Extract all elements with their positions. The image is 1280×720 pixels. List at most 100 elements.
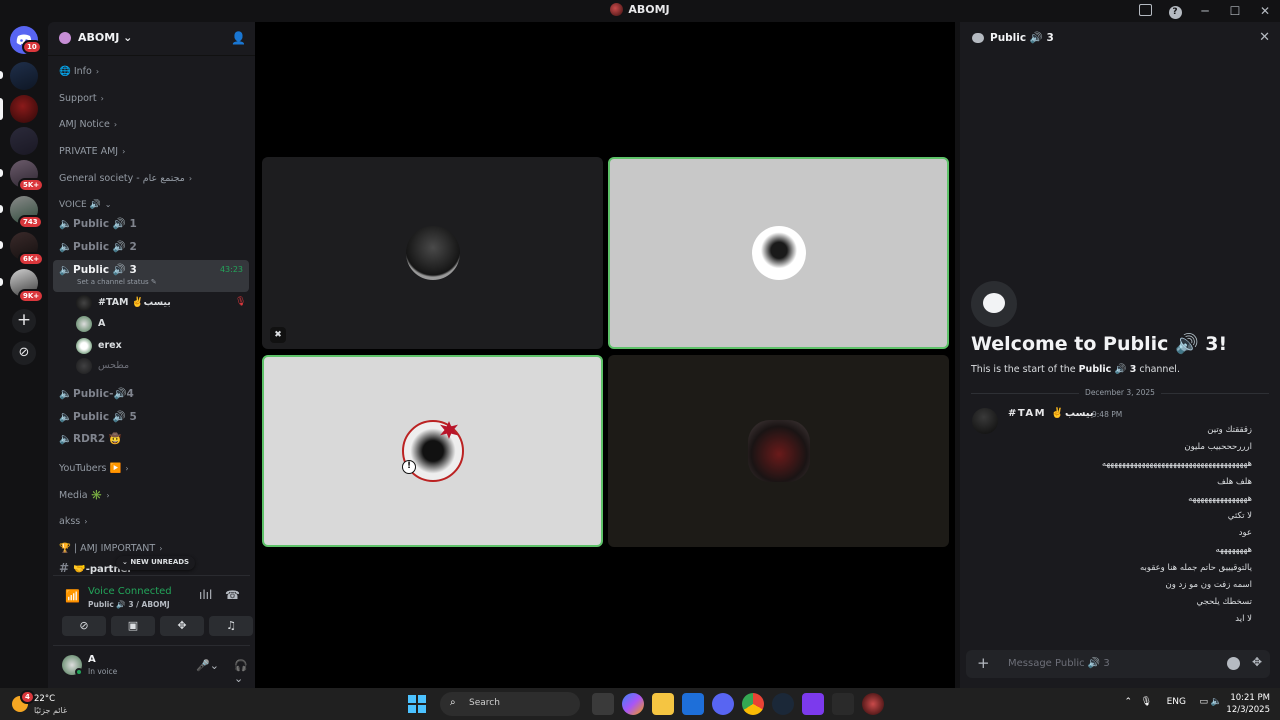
avatar [76,338,92,354]
server-icon-west[interactable] [10,62,38,90]
message-line: اسمه زفت ون مو زد ون [1165,579,1252,590]
voice-member[interactable]: erex [76,336,122,356]
voice-member[interactable]: #TAM ✌️بيسب [76,293,171,313]
unread-pill [0,169,3,177]
avatar [76,358,92,374]
new-unreads-pill[interactable]: ⌄ NEW UNREADS [116,556,196,570]
close-icon[interactable]: ✕ [1259,30,1270,45]
volume-icon[interactable]: 🔈 [1211,697,1222,707]
chevron-right-icon: › [113,120,118,129]
inbox-icon [1138,3,1152,16]
emoji-icon[interactable] [1227,657,1240,670]
participant-avatar [751,226,806,280]
voice-channel-rdr2[interactable]: 🔈RDR2 🤠 [53,428,249,450]
channel-info[interactable]: 🌐 Info › [53,61,249,83]
minimize-button[interactable]: ─ [1190,4,1220,18]
server-badge: 6K+ [18,252,45,266]
app-icon[interactable] [832,693,854,715]
server-header[interactable]: ABOMJ ⌄ 👤 [48,22,255,56]
close-window-button[interactable]: ✕ [1250,4,1280,18]
voice-channel-link[interactable]: Public 🔊 3 / ABOMJ [88,600,170,609]
speaker-icon: 🔈 [59,264,73,276]
language-indicator[interactable]: ENG [1167,697,1186,707]
file-explorer-icon[interactable] [652,693,674,715]
microphone-icon[interactable]: 🎤⌄ [196,659,219,672]
voice-member[interactable]: A [76,314,105,334]
date-label: December 3, 2025 [960,388,1280,397]
discord-taskbar-icon[interactable] [712,693,734,715]
network-icon[interactable]: ▭ [1199,697,1208,707]
camera-button[interactable]: ⊘ [62,616,106,636]
message-line: ههههههههه [1215,545,1252,556]
steam-icon[interactable] [772,693,794,715]
voice-status[interactable]: Voice Connected [88,586,172,597]
message-line: هههههههههههههههه [1188,493,1252,504]
participant-tile-self[interactable]: ! [262,355,603,547]
title-bar: ABOMJ ? ─ ☐ ✕ [0,0,1280,22]
chevron-right-icon: › [188,174,193,183]
inbox-button[interactable] [1130,3,1160,19]
voice-channel-public-2[interactable]: 🔈Public 🔊 2 [53,236,249,258]
server-badge: 743 [18,215,43,229]
voice-member[interactable]: مطحس [76,356,129,376]
chat-title: Public 🔊 3 [990,32,1054,44]
voice-channel-public-3[interactable]: 🔈Public 🔊 3 43:23 Set a channel status ✎ [53,260,249,292]
noise-suppression-icon[interactable]: ılıl [199,588,212,602]
voice-channel-public-5[interactable]: 🔈Public 🔊 5 [53,406,249,428]
channel-status[interactable]: Set a channel status ✎ [77,277,157,287]
signal-icon: 📶 [65,589,80,603]
category-youtubers[interactable]: YouTubers ▶️ › [53,458,249,480]
attach-plus-icon[interactable]: + [977,654,990,672]
maximize-button[interactable]: ☐ [1220,4,1250,18]
participant-tile[interactable]: ✖ [262,157,603,349]
discover-button[interactable]: ⊘ [12,341,36,365]
abomj-app-icon[interactable] [862,693,884,715]
voice-channel-public-1[interactable]: 🔈Public 🔊 1 [53,213,249,235]
taskbar-search[interactable]: ⌕ Search [440,692,580,716]
message-input[interactable]: + Message Public 🔊 3 ✥ [966,650,1270,678]
app-icon[interactable] [802,693,824,715]
activities-button[interactable]: ✥ [160,616,204,636]
channel-support[interactable]: Support › [53,88,249,110]
category-media[interactable]: Media ✳️ › [53,485,249,507]
server-icon-abomj[interactable] [10,95,38,123]
chevron-right-icon: › [159,544,163,553]
voice-channel-public-4[interactable]: 🔈Public-🔊4 [53,383,249,405]
title-bar-actions: ? ─ ☐ ✕ [1130,0,1280,22]
soundboard-button[interactable]: ♫ [209,616,253,636]
taskbar-apps: ⌕ Search [408,688,888,720]
online-status-icon [75,668,83,676]
apps-icon[interactable]: ✥ [1252,655,1262,669]
add-server-button[interactable]: + [12,309,36,333]
microphone-icon[interactable]: 🎙 [1141,697,1152,707]
help-button[interactable]: ? [1160,3,1190,19]
speaker-icon: 🔈 [59,411,73,423]
weather-condition: غائم جزئيًا [34,706,68,715]
channel-private-amj[interactable]: PRIVATE AMJ › [53,141,249,163]
windows-start-icon[interactable] [408,695,426,713]
welcome-subtitle: This is the start of the Public 🔊 3 chan… [971,364,1180,375]
screen-share-button[interactable]: ▣ [111,616,155,636]
category-akss[interactable]: akss › [53,511,249,533]
participant-tile[interactable] [608,355,949,547]
chrome-icon[interactable] [742,693,764,715]
headphones-icon[interactable]: 🎧⌄ [234,659,250,685]
channel-general[interactable]: General society - مجتمع عام › [53,168,249,190]
copilot-icon[interactable] [622,693,644,715]
chevron-up-icon[interactable]: ⌃ [1124,697,1132,707]
channel-amj-notice[interactable]: AMJ Notice › [53,114,249,136]
mic-muted-icon: ✖ [270,327,286,343]
disconnect-icon[interactable]: ☎ [225,588,240,602]
avatar[interactable] [972,408,998,434]
participant-avatar [405,226,460,280]
server-icon-voice[interactable] [10,127,38,155]
clock[interactable]: 10:21 PM 12/3/2025 [1226,692,1270,716]
store-icon[interactable] [682,693,704,715]
message-author[interactable]: #TAM ✌️بيسب [1008,408,1094,419]
chevron-right-icon: › [122,147,126,156]
task-view-icon[interactable] [592,693,614,715]
message-group: زقققتك وتين ارررحححبيب مليون ههههههههههه… [1008,422,1252,628]
activities-icon: ✥ [177,619,187,632]
participant-tile-speaking[interactable] [608,157,949,349]
invite-people-icon[interactable]: 👤 [231,31,246,45]
